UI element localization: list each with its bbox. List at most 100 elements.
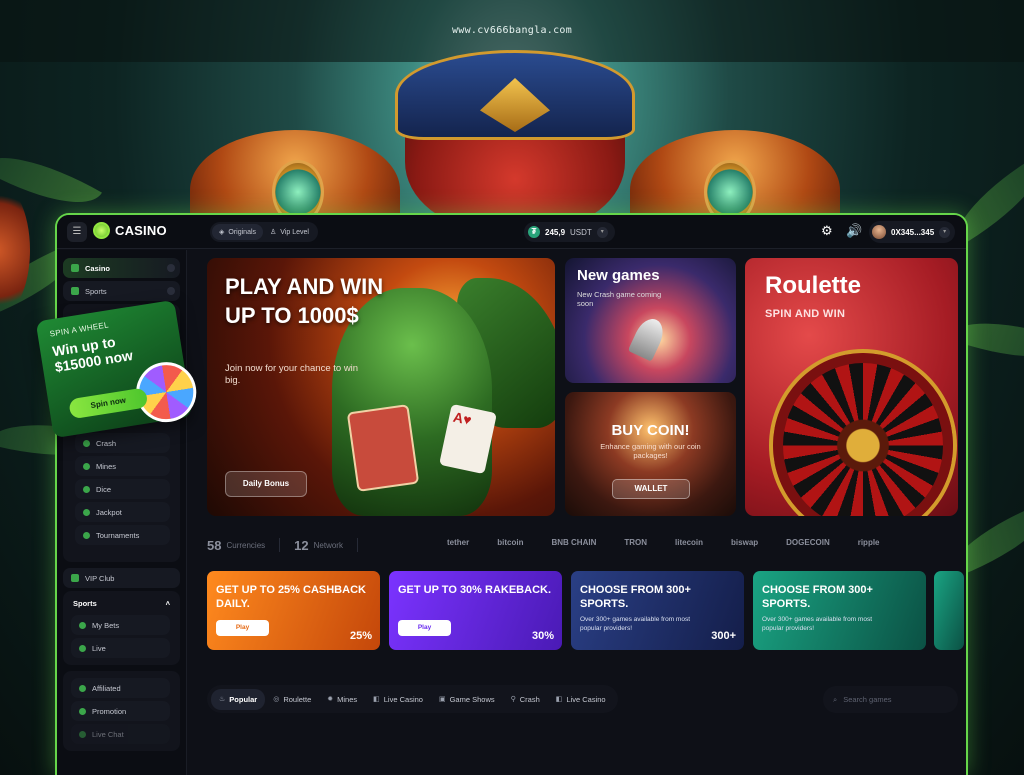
promo-card-partial[interactable] [934, 571, 964, 650]
sidebar-item-tournaments[interactable]: Tournaments [75, 525, 170, 545]
sidebar-item-vip-club[interactable]: VIP Club [63, 568, 180, 588]
app-header: ☰ CASINO ◈ Originals ♙ Vip Level ₮ 245,9… [57, 215, 966, 249]
wallet-button[interactable]: WALLET [612, 479, 690, 499]
logo-text: CASINO [115, 223, 167, 238]
main-promo-banner[interactable]: A♥ PLAY AND WIN UP TO 1000$ Join now for… [207, 258, 555, 516]
divider [356, 538, 358, 552]
mines-icon [83, 462, 90, 470]
vip-level-pill[interactable]: ♙ Vip Level [263, 224, 316, 240]
coin-logos: tether bitcoin BNB CHAIN TRON litecoin b… [447, 538, 880, 547]
flame-icon: ♨ [219, 696, 226, 703]
rakeback-promo-card[interactable]: GET UP TO 30% RAKEBACK. Play 30% [389, 571, 562, 650]
wallet-chip[interactable]: 0X345...345 ▾ [869, 221, 956, 243]
chevron-up-icon: ˄ [165, 599, 170, 608]
sports-promo-card[interactable]: CHOOSE FROM 300+ SPORTS. Over 300+ games… [753, 571, 926, 650]
tab-live-casino-2[interactable]: ◧ Live Casino [548, 689, 614, 710]
litecoin-logo: litecoin [675, 538, 704, 547]
app-window: ☰ CASINO ◈ Originals ♙ Vip Level ₮ 245,9… [55, 213, 968, 775]
buy-coin-title: BUY COIN! [611, 422, 690, 439]
crash-icon: ⚲ [510, 696, 516, 703]
sidebar-item-jackpot[interactable]: Jackpot [75, 502, 170, 522]
promo-title: GET UP TO 30% RAKEBACK. [398, 584, 552, 596]
sports-heading: Sports [73, 599, 97, 608]
live-casino-icon: ◧ [555, 696, 563, 703]
gear-icon[interactable]: ⚙ [821, 223, 833, 239]
roulette-subtitle: SPIN AND WIN [765, 308, 846, 320]
vip-level-label: Vip Level [280, 228, 309, 236]
promo-value: 30% [531, 630, 554, 642]
sidebar-item-mines[interactable]: Mines [75, 456, 170, 476]
tab-mines[interactable]: ✹ Mines [319, 689, 365, 710]
spin-now-button[interactable]: Spin now [68, 387, 149, 420]
roulette-title: Roulette [765, 272, 861, 299]
sidebar-item-promotion[interactable]: Promotion [71, 701, 170, 721]
live-icon [79, 644, 86, 652]
sidebar-item-label: Live [92, 643, 106, 653]
sidebar-item-label: Crash [96, 438, 117, 448]
tab-label: Roulette [283, 694, 312, 704]
promo-value: 300+ [711, 630, 736, 642]
dice-icon [83, 485, 90, 493]
search-icon: ⌕ [833, 694, 838, 704]
buy-coin-banner[interactable]: BUY COIN! Enhance gaming with our coin p… [565, 392, 736, 516]
tether-logo: tether [447, 538, 470, 547]
sidebar-item-crash[interactable]: Crash [75, 433, 170, 453]
tab-popular[interactable]: ♨ Popular [211, 688, 266, 710]
network-label: Network [313, 540, 343, 550]
tab-crash[interactable]: ⚲ Crash [503, 689, 548, 710]
promo-description: Over 300+ games available from most popu… [762, 616, 873, 632]
play-button[interactable]: Play [398, 620, 451, 636]
sports-group: Sports ˄ My Bets Live [63, 591, 180, 665]
wallet-address: 0X345...345 [891, 227, 935, 237]
speaker-icon[interactable]: 🔊 [846, 223, 862, 239]
sidebar-item-affiliated[interactable]: Affiliated [71, 678, 170, 698]
mines-icon: ✹ [327, 696, 334, 703]
spin-wheel-card[interactable]: SPIN A WHEEL Win up to $15000 now Spin n… [35, 299, 201, 439]
chevron-icon [167, 264, 175, 272]
daily-bonus-button[interactable]: Daily Bonus [225, 471, 307, 497]
header-pills: ◈ Originals ♙ Vip Level [210, 222, 318, 242]
bitcoin-logo: bitcoin [497, 538, 524, 547]
cashback-promo-card[interactable]: GET UP TO 25% CASHBACK DAILY. Play 25% [207, 571, 380, 650]
chevron-down-icon[interactable]: ▾ [596, 226, 608, 238]
currencies-label: Currencies [226, 540, 266, 550]
game-category-tabs: ♨ Popular ◎ Roulette ✹ Mines ◧ Live Casino ▣… [207, 685, 618, 713]
sports-group-heading[interactable]: Sports ˄ [67, 595, 176, 612]
search-input[interactable]: ⌕ Search games [823, 686, 958, 713]
avatar [872, 225, 886, 239]
sidebar-item-dice[interactable]: Dice [75, 479, 170, 499]
tab-roulette[interactable]: ◎ Roulette [265, 689, 319, 710]
sidebar-item-casino[interactable]: Casino [63, 258, 180, 278]
balance-display[interactable]: ₮ 245,9 USDT ▾ [524, 222, 615, 242]
new-games-subtitle: New Crash game coming soon [577, 290, 662, 308]
chevron-down-icon[interactable]: ▾ [939, 226, 951, 238]
sidebar-item-label: Promotion [92, 706, 127, 716]
promo-title: GET UP TO 25% CASHBACK DAILY. [216, 584, 366, 610]
tab-label: Mines [337, 694, 358, 704]
logo[interactable]: CASINO [93, 222, 167, 239]
roulette-banner[interactable]: Roulette SPIN AND WIN [745, 258, 958, 516]
network-count: 12 [294, 537, 309, 553]
menu-toggle-icon[interactable]: ☰ [67, 222, 87, 242]
crown-icon [71, 574, 79, 582]
sidebar-item-live[interactable]: Live [71, 638, 170, 658]
play-button[interactable]: Play [216, 620, 269, 636]
balance-amount: 245,9 [545, 227, 566, 237]
sidebar-item-sports[interactable]: Sports [63, 281, 180, 301]
new-games-banner[interactable]: New games New Crash game coming soon [565, 258, 736, 383]
sports-promo-card[interactable]: CHOOSE FROM 300+ SPORTS. Over 300+ games… [571, 571, 744, 650]
tab-live-casino[interactable]: ◧ Live Casino [365, 689, 431, 710]
main-banner-subtitle: Join now for your chance to win big. [225, 363, 359, 386]
new-games-title: New games [577, 267, 660, 284]
vip-icon: ♙ [270, 229, 277, 236]
originals-pill[interactable]: ◈ Originals [212, 224, 264, 240]
tab-game-shows[interactable]: ▣ Game Shows [431, 689, 503, 710]
originals-label: Originals [228, 228, 257, 236]
sidebar-item-live-chat[interactable]: Live Chat [71, 724, 170, 744]
bets-icon [79, 621, 86, 629]
game-shows-icon: ▣ [438, 696, 446, 703]
sidebar-item-my-bets[interactable]: My Bets [71, 615, 170, 635]
stats-strip: 58 Currencies 12 Network tether bitcoin … [207, 535, 958, 555]
sidebar-item-label: Casino [85, 263, 111, 273]
jackpot-icon [83, 508, 90, 516]
